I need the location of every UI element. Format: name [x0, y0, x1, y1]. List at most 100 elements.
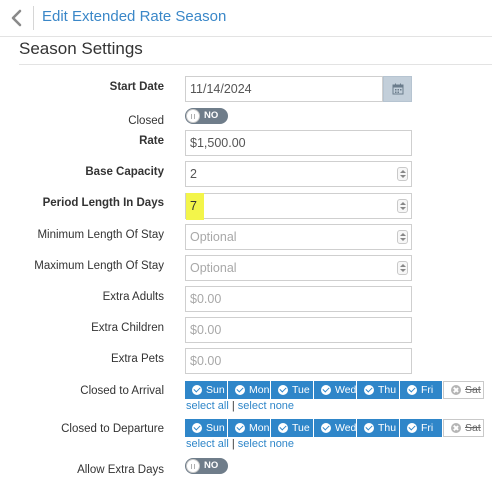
- spinner-icon[interactable]: [397, 230, 408, 244]
- closed-to-arrival-label: Closed to Arrival: [80, 385, 164, 397]
- min-stay-label: Minimum Length Of Stay: [37, 229, 164, 241]
- departure-day-fri[interactable]: Fri: [400, 419, 443, 437]
- period-length-input[interactable]: [185, 193, 412, 219]
- departure-day-thu[interactable]: Thu: [357, 419, 400, 437]
- chevron-left-icon[interactable]: [7, 8, 27, 28]
- extra-children-label: Extra Children: [91, 322, 164, 334]
- day-label: Sun: [206, 384, 225, 396]
- extra-pets-placeholder: $0.00: [190, 354, 222, 368]
- closed-toggle[interactable]: NO: [185, 108, 228, 124]
- max-stay-label: Maximum Length Of Stay: [34, 260, 164, 272]
- x-circle-icon: [451, 385, 461, 395]
- departure-day-tue[interactable]: Tue: [271, 419, 314, 437]
- day-label: Wed: [335, 422, 357, 434]
- day-label: Thu: [378, 422, 397, 434]
- x-circle-icon: [451, 423, 461, 433]
- max-stay-placeholder: Optional: [190, 261, 237, 275]
- base-capacity-input[interactable]: 2: [185, 161, 412, 187]
- check-circle-icon: [321, 385, 331, 395]
- day-label: Tue: [292, 422, 310, 434]
- day-label: Sat: [465, 422, 481, 434]
- departure-day-wed[interactable]: Wed: [314, 419, 357, 437]
- day-label: Fri: [421, 422, 434, 434]
- max-stay-input[interactable]: Optional: [185, 255, 412, 281]
- day-label: Mon: [249, 384, 270, 396]
- link-separator: |: [231, 400, 235, 412]
- spinner-icon[interactable]: [397, 167, 408, 181]
- extra-adults-placeholder: $0.00: [190, 292, 222, 306]
- allow-extra-days-label: Allow Extra Days: [77, 464, 164, 476]
- day-label: Sat: [465, 384, 481, 396]
- check-circle-icon: [278, 385, 288, 395]
- departure-select-none-link[interactable]: select none: [238, 438, 294, 450]
- day-label: Fri: [421, 384, 434, 396]
- check-circle-icon: [407, 423, 417, 433]
- link-separator: |: [231, 438, 235, 450]
- check-circle-icon: [364, 423, 374, 433]
- start-date-input[interactable]: 11/14/2024: [185, 76, 383, 102]
- arrival-day-wed[interactable]: Wed: [314, 381, 357, 399]
- toggle-knob: [186, 109, 200, 123]
- departure-select-links: select all | select none: [186, 438, 294, 450]
- check-circle-icon: [321, 423, 331, 433]
- base-capacity-value: 2: [190, 167, 197, 181]
- departure-select-all-link[interactable]: select all: [186, 438, 229, 450]
- arrival-select-none-link[interactable]: select none: [238, 400, 294, 412]
- check-circle-icon: [364, 385, 374, 395]
- arrival-day-fri[interactable]: Fri: [400, 381, 443, 399]
- min-stay-placeholder: Optional: [190, 230, 237, 244]
- check-circle-icon: [407, 385, 417, 395]
- extra-children-placeholder: $0.00: [190, 323, 222, 337]
- check-circle-icon: [278, 423, 288, 433]
- extra-children-input[interactable]: $0.00: [185, 317, 412, 343]
- rate-input[interactable]: $1,500.00: [185, 130, 412, 156]
- closed-to-departure-label: Closed to Departure: [61, 423, 164, 435]
- check-circle-icon: [235, 423, 245, 433]
- departure-day-sat[interactable]: Sat: [443, 419, 484, 437]
- min-stay-input[interactable]: Optional: [185, 224, 412, 250]
- start-date-value: 11/14/2024: [190, 82, 252, 96]
- page-title: Edit Extended Rate Season: [42, 8, 227, 25]
- section-divider: [19, 64, 492, 65]
- arrival-day-tue[interactable]: Tue: [271, 381, 314, 399]
- arrival-day-thu[interactable]: Thu: [357, 381, 400, 399]
- start-date-label: Start Date: [109, 81, 164, 93]
- spinner-icon[interactable]: [397, 261, 408, 275]
- top-bar: Edit Extended Rate Season: [0, 0, 492, 37]
- allow-extra-days-toggle-text: NO: [204, 460, 219, 471]
- arrival-day-mon[interactable]: Mon: [228, 381, 271, 399]
- spinner-icon[interactable]: [397, 199, 408, 213]
- check-circle-icon: [235, 385, 245, 395]
- day-label: Wed: [335, 384, 357, 396]
- toggle-knob: [186, 459, 200, 473]
- arrival-day-sat[interactable]: Sat: [443, 381, 484, 399]
- day-label: Sun: [206, 422, 225, 434]
- extra-adults-label: Extra Adults: [102, 291, 164, 303]
- section-title: Season Settings: [19, 39, 143, 58]
- arrival-day-sun[interactable]: Sun: [185, 381, 228, 399]
- header-divider: [33, 6, 34, 30]
- day-label: Mon: [249, 422, 270, 434]
- calendar-icon: [392, 83, 403, 95]
- check-circle-icon: [192, 423, 202, 433]
- arrival-select-all-link[interactable]: select all: [186, 400, 229, 412]
- period-length-label: Period Length In Days: [42, 197, 164, 209]
- extra-adults-input[interactable]: $0.00: [185, 286, 412, 312]
- closed-label: Closed: [128, 115, 164, 127]
- base-capacity-label: Base Capacity: [85, 166, 164, 178]
- period-length-value: 7: [190, 199, 197, 213]
- closed-toggle-text: NO: [204, 110, 219, 121]
- day-label: Tue: [292, 384, 310, 396]
- allow-extra-days-toggle[interactable]: NO: [185, 458, 228, 474]
- rate-label: Rate: [139, 135, 164, 147]
- calendar-button[interactable]: [383, 76, 412, 102]
- departure-day-mon[interactable]: Mon: [228, 419, 271, 437]
- extra-pets-input[interactable]: $0.00: [185, 348, 412, 374]
- departure-day-selector: Sun Mon Tue Wed Thu Fri Sat: [185, 419, 484, 437]
- extra-pets-label: Extra Pets: [110, 353, 164, 365]
- day-label: Thu: [378, 384, 397, 396]
- departure-day-sun[interactable]: Sun: [185, 419, 228, 437]
- check-circle-icon: [192, 385, 202, 395]
- arrival-day-selector: Sun Mon Tue Wed Thu Fri Sat: [185, 381, 484, 399]
- rate-value: $1,500.00: [190, 136, 246, 150]
